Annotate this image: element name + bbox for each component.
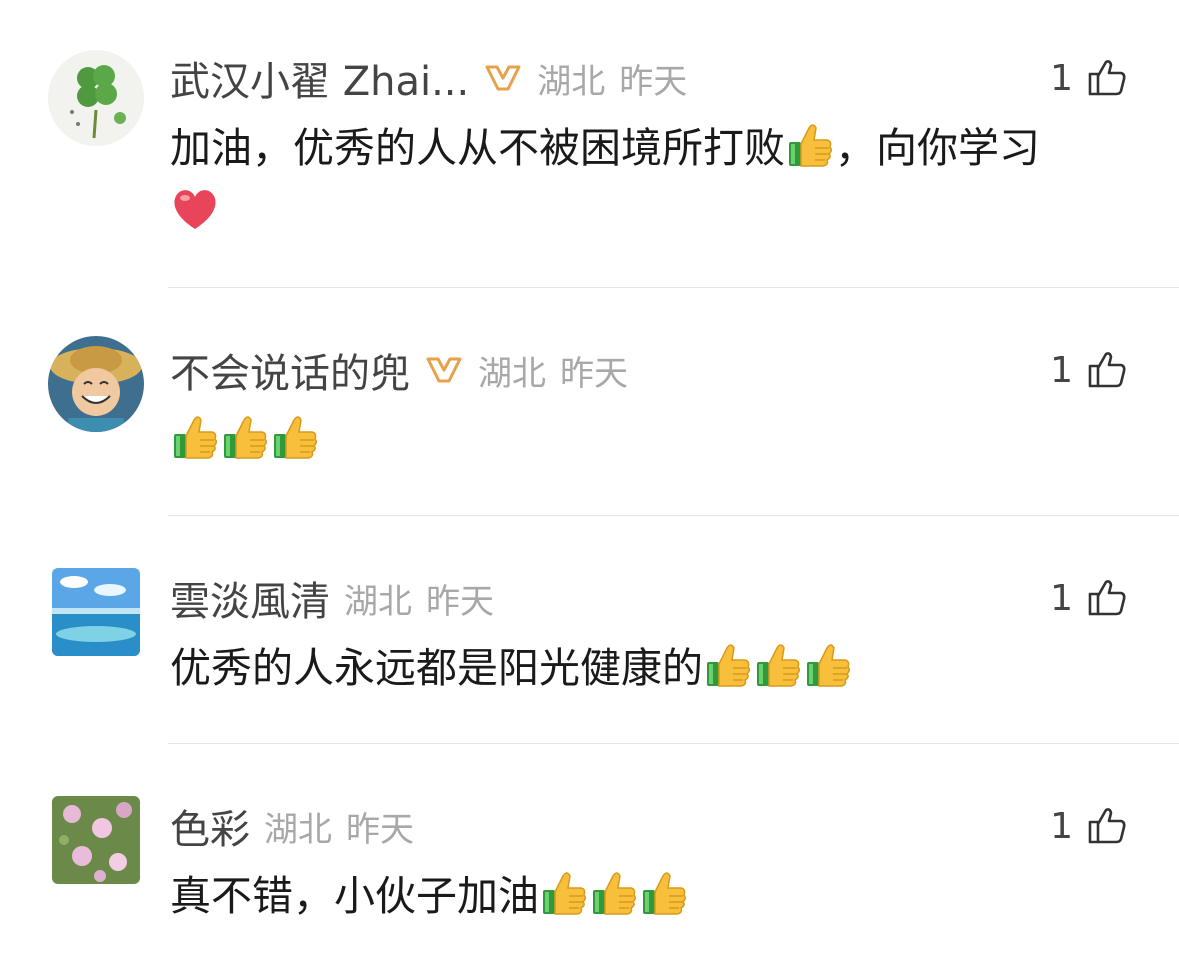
comment-text: 真不错，小伙子加油 xyxy=(170,864,1130,928)
thumbs-up-emoji xyxy=(803,640,853,690)
location: 湖北 xyxy=(478,353,546,394)
thumbs-up-emoji xyxy=(170,412,220,462)
divider xyxy=(168,515,1179,516)
like-count: 1 xyxy=(1050,805,1073,847)
avatar[interactable] xyxy=(52,568,140,656)
vip-badge-icon xyxy=(483,64,523,92)
thumbs-up-emoji xyxy=(270,412,320,462)
comment-text xyxy=(170,408,1130,472)
comment-text: 加油，优秀的人从不被困境所打败 ，向你学习 xyxy=(170,116,1130,244)
like-button[interactable]: 1 xyxy=(1050,342,1127,398)
username[interactable]: 色彩 xyxy=(170,797,250,855)
thumbs-up-icon xyxy=(1087,350,1127,390)
like-count: 1 xyxy=(1050,57,1073,99)
timestamp: 昨天 xyxy=(346,809,414,850)
location: 湖北 xyxy=(264,809,332,850)
username[interactable]: 武汉小翟 Zhai... xyxy=(170,49,469,107)
like-button[interactable]: 1 xyxy=(1050,798,1127,854)
comment-header: 武汉小翟 Zhai... 湖北 昨天 xyxy=(170,50,687,106)
timestamp: 昨天 xyxy=(426,581,494,622)
thumbs-up-icon xyxy=(1087,578,1127,618)
location: 湖北 xyxy=(537,61,606,102)
location: 湖北 xyxy=(344,581,412,622)
comment-header: 不会说话的兜 湖北 昨天 xyxy=(170,342,628,398)
like-button[interactable]: 1 xyxy=(1050,50,1127,106)
thumbs-up-icon xyxy=(1087,58,1127,98)
timestamp: 昨天 xyxy=(619,61,688,102)
avatar[interactable] xyxy=(48,50,144,146)
comment-text: 优秀的人永远都是阳光健康的 xyxy=(170,636,1130,700)
timestamp: 昨天 xyxy=(560,353,628,394)
username[interactable]: 不会说话的兜 xyxy=(170,341,410,399)
avatar[interactable] xyxy=(48,336,144,432)
comment-header: 雲淡風清 湖北 昨天 xyxy=(170,570,494,626)
like-count: 1 xyxy=(1050,577,1073,619)
thumbs-up-emoji xyxy=(589,868,639,918)
thumbs-up-emoji xyxy=(539,868,589,918)
thumbs-up-icon xyxy=(1087,806,1127,846)
comment-header: 色彩 湖北 昨天 xyxy=(170,798,414,854)
vip-badge-icon xyxy=(424,356,464,384)
username[interactable]: 雲淡風清 xyxy=(170,569,330,627)
thumbs-up-emoji xyxy=(753,640,803,690)
divider xyxy=(168,743,1179,744)
thumbs-up-emoji xyxy=(220,412,270,462)
heart-emoji xyxy=(170,184,220,234)
thumbs-up-emoji xyxy=(703,640,753,690)
like-button[interactable]: 1 xyxy=(1050,570,1127,626)
thumbs-up-emoji xyxy=(785,120,835,170)
divider xyxy=(168,287,1179,288)
like-count: 1 xyxy=(1050,349,1073,391)
thumbs-up-emoji xyxy=(639,868,689,918)
avatar[interactable] xyxy=(52,796,140,884)
